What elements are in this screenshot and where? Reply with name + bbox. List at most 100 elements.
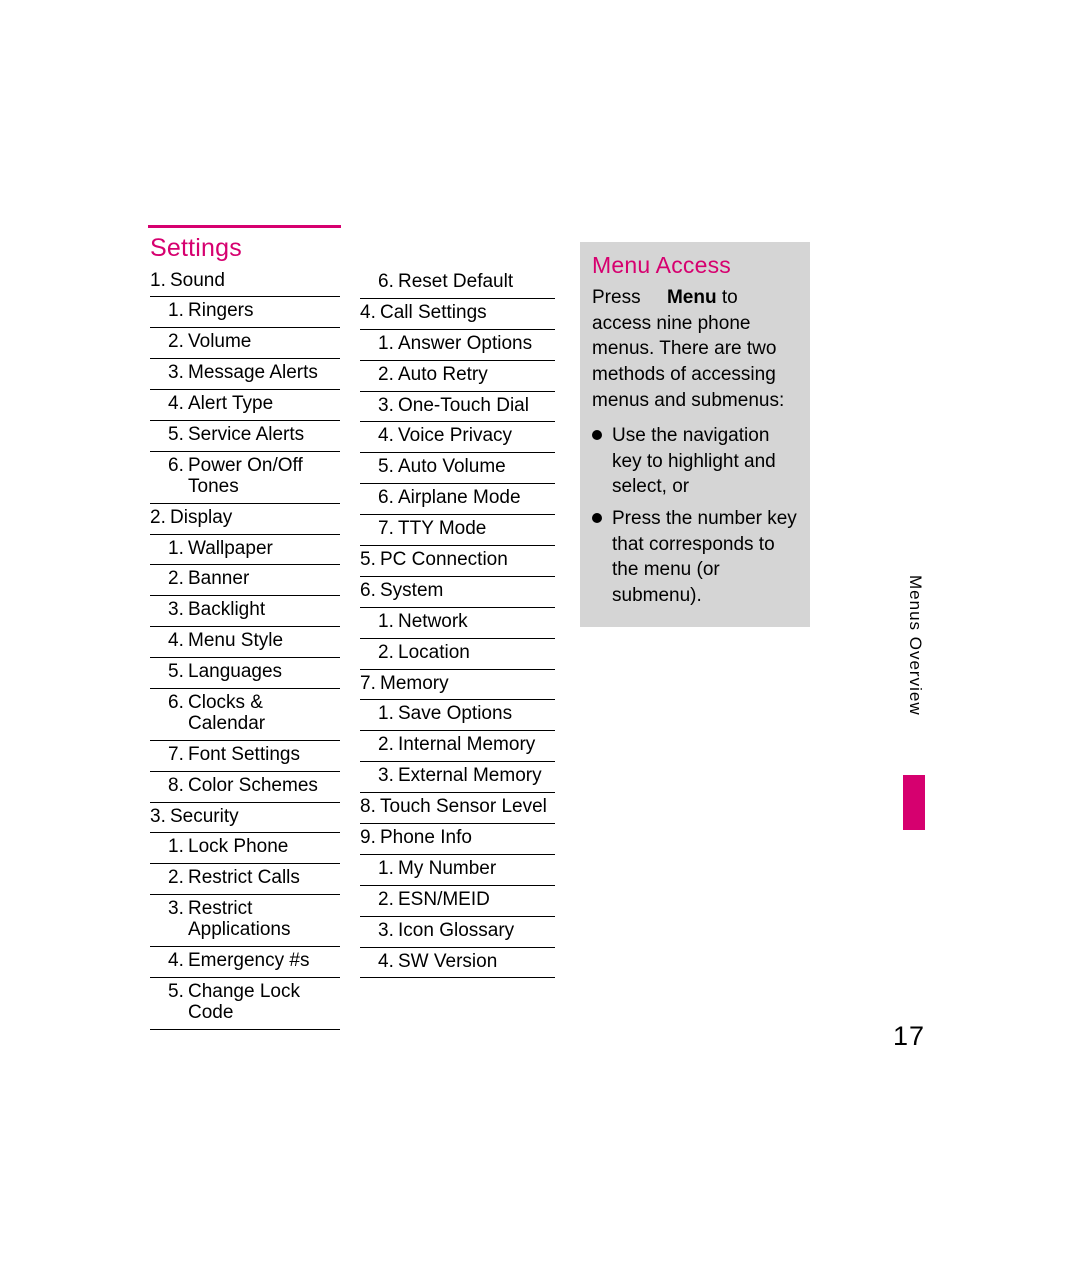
list-item: 2.Volume bbox=[150, 328, 340, 359]
list-item: 3.One-Touch Dial bbox=[360, 392, 555, 423]
item-number: 5. bbox=[360, 550, 380, 571]
item-text: Font Settings bbox=[188, 745, 338, 766]
item-text: Power On/Off Tones bbox=[188, 456, 338, 498]
item-text: Restrict Calls bbox=[188, 868, 338, 889]
item-number: 4. bbox=[378, 426, 398, 447]
list-item: 2.Banner bbox=[150, 565, 340, 596]
item-text: Location bbox=[398, 643, 553, 664]
list-item: 7.TTY Mode bbox=[360, 515, 555, 546]
item-number: 4. bbox=[168, 394, 188, 415]
item-text: Ringers bbox=[188, 301, 338, 322]
list-item: 5.PC Connection bbox=[360, 546, 555, 577]
item-text: SW Version bbox=[398, 952, 553, 973]
item-number: 6. bbox=[378, 488, 398, 509]
settings-list-col1: 1.Sound1.Ringers2.Volume3.Message Alerts… bbox=[150, 267, 340, 1030]
list-item: 6.Airplane Mode bbox=[360, 484, 555, 515]
item-text: Clocks & Calendar bbox=[188, 693, 338, 735]
section-tab bbox=[903, 775, 925, 830]
item-text: Volume bbox=[188, 332, 338, 353]
list-item: 4.Menu Style bbox=[150, 627, 340, 658]
item-text: Touch Sensor Level bbox=[380, 797, 550, 818]
item-text: Auto Retry bbox=[398, 365, 553, 386]
list-item: 1.My Number bbox=[360, 855, 555, 886]
item-number: 1. bbox=[378, 859, 398, 880]
list-item: 4.Call Settings bbox=[360, 299, 555, 330]
list-item: 1.Ringers bbox=[150, 297, 340, 328]
menu-access-paragraph: Press Menu to access nine phone menus. T… bbox=[592, 285, 798, 413]
list-item: 8.Touch Sensor Level bbox=[360, 793, 555, 824]
menu-word: Menu bbox=[667, 287, 717, 308]
section-label: Menus Overview bbox=[903, 575, 925, 775]
list-item: 9.Phone Info bbox=[360, 824, 555, 855]
list-item: 4.Alert Type bbox=[150, 390, 340, 421]
item-number: 9. bbox=[360, 828, 380, 849]
item-number: 2. bbox=[378, 365, 398, 386]
item-text: Icon Glossary bbox=[398, 921, 553, 942]
item-text: System bbox=[380, 581, 550, 602]
item-number: 2. bbox=[168, 332, 188, 353]
list-item: 7.Memory bbox=[360, 670, 555, 701]
manual-page: Settings 1.Sound1.Ringers2.Volume3.Messa… bbox=[0, 0, 1080, 1270]
list-item: 5.Change Lock Code bbox=[150, 978, 340, 1030]
menu-access-heading: Menu Access bbox=[592, 252, 798, 279]
item-text: Alert Type bbox=[188, 394, 338, 415]
item-number: 1. bbox=[168, 837, 188, 858]
list-item: 4.Voice Privacy bbox=[360, 422, 555, 453]
list-item: 3.External Memory bbox=[360, 762, 555, 793]
item-number: 6. bbox=[360, 581, 380, 602]
list-item: 1.Wallpaper bbox=[150, 535, 340, 566]
item-text: Airplane Mode bbox=[398, 488, 553, 509]
list-item: 4.SW Version bbox=[360, 948, 555, 979]
item-text: Restrict Applications bbox=[188, 899, 338, 941]
menu-access-column: Menu Access Press Menu to access nine ph… bbox=[580, 242, 810, 627]
settings-column-2: 6.Reset Default4.Call Settings1.Answer O… bbox=[360, 268, 555, 978]
item-text: Call Settings bbox=[380, 303, 550, 324]
list-item: 8.Color Schemes bbox=[150, 772, 340, 803]
item-number: 2. bbox=[378, 890, 398, 911]
menu-access-bullet: Press the number key that corresponds to… bbox=[592, 506, 798, 609]
item-text: Languages bbox=[188, 662, 338, 683]
item-number: 5. bbox=[378, 457, 398, 478]
item-number: 3. bbox=[168, 600, 188, 621]
list-item: 6.System bbox=[360, 577, 555, 608]
menu-access-bullet: Use the navigation key to highlight and … bbox=[592, 423, 798, 500]
item-number: 4. bbox=[378, 952, 398, 973]
item-number: 4. bbox=[168, 631, 188, 652]
list-item: 6.Reset Default bbox=[360, 268, 555, 299]
item-text: ESN/MEID bbox=[398, 890, 553, 911]
item-text: Security bbox=[170, 807, 335, 828]
list-item: 5.Auto Volume bbox=[360, 453, 555, 484]
item-number: 7. bbox=[168, 745, 188, 766]
list-item: 3.Message Alerts bbox=[150, 359, 340, 390]
item-number: 8. bbox=[360, 797, 380, 818]
item-text: Memory bbox=[380, 674, 550, 695]
item-number: 3. bbox=[168, 899, 188, 920]
item-text: Phone Info bbox=[380, 828, 550, 849]
item-text: Display bbox=[170, 508, 335, 529]
item-text: Service Alerts bbox=[188, 425, 338, 446]
item-number: 4. bbox=[168, 951, 188, 972]
item-number: 2. bbox=[378, 735, 398, 756]
menu-access-box: Menu Access Press Menu to access nine ph… bbox=[580, 242, 810, 627]
item-number: 5. bbox=[168, 662, 188, 683]
item-text: Change Lock Code bbox=[188, 982, 338, 1024]
item-text: One-Touch Dial bbox=[398, 396, 553, 417]
item-number: 3. bbox=[168, 363, 188, 384]
item-number: 1. bbox=[378, 612, 398, 633]
list-item: 3.Backlight bbox=[150, 596, 340, 627]
item-text: Banner bbox=[188, 569, 338, 590]
press-word: Press bbox=[592, 287, 641, 308]
item-number: 6. bbox=[168, 693, 188, 714]
list-item: 6.Clocks & Calendar bbox=[150, 689, 340, 741]
list-item: 1.Answer Options bbox=[360, 330, 555, 361]
item-text: Message Alerts bbox=[188, 363, 338, 384]
menu-access-bullets: Use the navigation key to highlight and … bbox=[592, 423, 798, 608]
item-text: Save Options bbox=[398, 704, 553, 725]
item-text: TTY Mode bbox=[398, 519, 553, 540]
list-item: 2.ESN/MEID bbox=[360, 886, 555, 917]
list-item: 1.Sound bbox=[150, 267, 340, 298]
item-number: 3. bbox=[378, 766, 398, 787]
item-text: Network bbox=[398, 612, 553, 633]
list-item: 1.Network bbox=[360, 608, 555, 639]
item-number: 1. bbox=[378, 334, 398, 355]
